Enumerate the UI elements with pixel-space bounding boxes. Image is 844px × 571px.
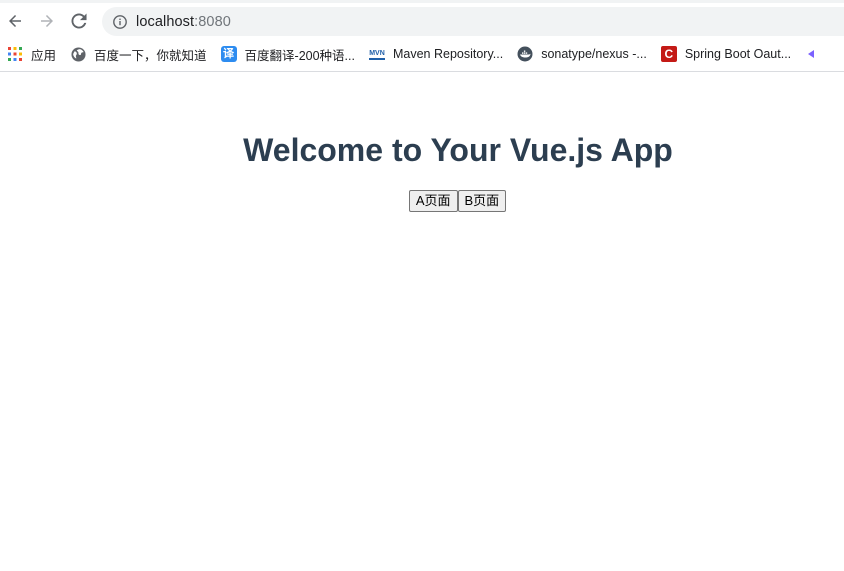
page-b-button[interactable]: B页面 — [457, 190, 507, 212]
bookmark-apps[interactable]: 应用 — [0, 42, 63, 66]
bookmark-label: Spring Boot Oaut... — [684, 47, 792, 61]
reload-icon — [71, 13, 87, 29]
bookmark-label: 百度一下，你就知道 — [94, 48, 207, 63]
tab-strip-edge — [0, 0, 844, 3]
info-icon[interactable] — [112, 14, 128, 30]
bookmark-baidu[interactable]: 百度一下，你就知道 — [63, 42, 214, 66]
nav-button-row: A页面 B页面 — [71, 190, 844, 212]
bookmark-label: Maven Repository... — [392, 47, 504, 61]
bookmark-label: 应用 — [31, 48, 57, 63]
browser-chrome: localhost:8080 应用 百度一下，你就知道 译 百度翻译-200种语… — [0, 0, 844, 72]
url-text: localhost:8080 — [136, 14, 231, 30]
globe-icon — [70, 46, 86, 62]
url-host: localhost — [136, 13, 195, 30]
page-a-button[interactable]: A页面 — [408, 190, 458, 212]
bookmark-sonatype-nexus[interactable]: sonatype/nexus -... — [510, 42, 654, 66]
docker-icon — [517, 46, 533, 62]
mvn-icon: MVN — [368, 49, 385, 60]
bookmark-label: sonatype/nexus -... — [541, 47, 647, 61]
bookmark-maven-repository[interactable]: MVN Maven Repository... — [362, 42, 510, 66]
bookmarks-bar: 应用 百度一下，你就知道 译 百度翻译-200种语... MVN Maven R… — [0, 42, 844, 66]
url-port: :8080 — [194, 13, 231, 30]
page-title: Welcome to Your Vue.js App — [243, 132, 673, 168]
back-button[interactable] — [1, 7, 29, 35]
translate-icon: 译 — [220, 46, 237, 62]
page-viewport: Welcome to Your Vue.js App A页面 B页面 — [0, 72, 844, 571]
apps-grid-icon — [7, 46, 23, 62]
address-bar[interactable]: localhost:8080 — [102, 7, 844, 36]
c-red-icon: C — [660, 46, 677, 62]
bookmark-overflow[interactable] — [798, 42, 822, 66]
bookmark-label: 百度翻译-200种语... — [244, 48, 355, 63]
bookmark-spring-boot-oauth[interactable]: C Spring Boot Oaut... — [654, 42, 798, 66]
arrow-right-icon — [41, 15, 53, 27]
arrow-left-icon — [9, 15, 21, 27]
forward-button[interactable] — [33, 7, 61, 35]
bookmark-baidu-translate[interactable]: 译 百度翻译-200种语... — [214, 42, 362, 66]
browser-toolbar: localhost:8080 — [0, 4, 844, 38]
bookmark-overflow-icon — [808, 46, 815, 62]
vue-app: Welcome to Your Vue.js App A页面 B页面 — [72, 130, 844, 212]
reload-button[interactable] — [65, 7, 93, 35]
